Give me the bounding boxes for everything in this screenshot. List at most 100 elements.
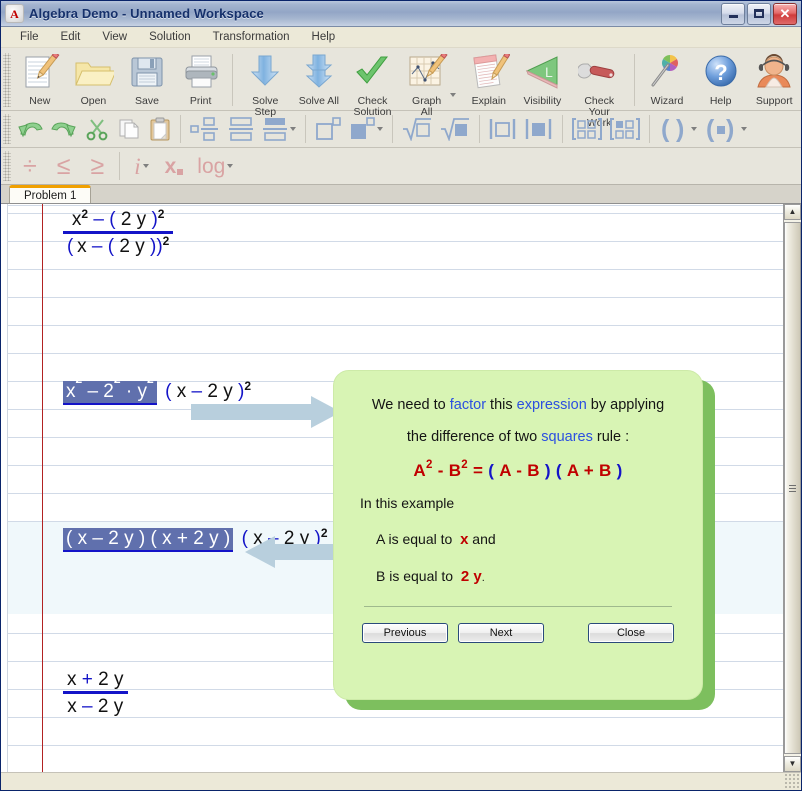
- toolbar-button-parentheses[interactable]: ( ): [655, 112, 701, 146]
- superscript-dropdown-caret[interactable]: [377, 127, 383, 131]
- callout-line-b-pre: B is equal to: [376, 568, 454, 584]
- toolbar-button-greater-equal[interactable]: ≥: [80, 149, 114, 183]
- menu-item-edit[interactable]: Edit: [50, 29, 92, 45]
- toolbar-button-copy[interactable]: [113, 112, 145, 146]
- menu-item-solution[interactable]: Solution: [138, 29, 202, 45]
- toolbar-button-abs-filled[interactable]: [521, 112, 557, 146]
- toolbar-separator-2: [634, 54, 636, 106]
- toolbar-button-open[interactable]: Open: [67, 50, 121, 110]
- toolbar-button-stack-bar[interactable]: [258, 112, 300, 146]
- log-dropdown-caret[interactable]: [227, 164, 234, 168]
- next-button[interactable]: Next: [458, 623, 544, 643]
- ops-toolbar-grip[interactable]: [3, 151, 11, 181]
- math-step-1[interactable]: x2 – ( 2 y ) 2 ( x – ( 2 y )) 2: [63, 208, 174, 257]
- superscript-outline-icon: [316, 117, 341, 140]
- selected-expression-numerator[interactable]: x2 – 22 · y2: [63, 373, 157, 405]
- arrow-to-callout: [191, 394, 341, 430]
- callout-line1-part3: this: [486, 397, 517, 413]
- scroll-down-button[interactable]: ▼: [784, 756, 801, 772]
- toolbar-button-fraction[interactable]: [186, 112, 224, 146]
- toolbar-button-nth-root-outline[interactable]: [398, 112, 436, 146]
- tab-problem-1-label: Problem 1: [24, 189, 77, 202]
- callout-link-factor[interactable]: factor: [450, 397, 486, 413]
- math-step-4[interactable]: x + 2 y x – 2 y: [63, 670, 128, 717]
- maximize-button[interactable]: [747, 2, 771, 25]
- toolbar-button-divide[interactable]: ÷: [13, 149, 47, 183]
- close-callout-button[interactable]: Close: [588, 623, 674, 643]
- toolbar-button-redo[interactable]: [47, 112, 81, 146]
- menu-item-transformation[interactable]: Transformation: [202, 29, 301, 45]
- worksheet-canvas[interactable]: x2 – ( 2 y ) 2 ( x – ( 2 y )) 2 x2 – 22 · …: [1, 204, 783, 772]
- toolbar-button-stack-two[interactable]: [224, 112, 258, 146]
- tab-problem-1[interactable]: Problem 1: [9, 185, 92, 203]
- toolbar-button-new[interactable]: New: [13, 50, 67, 110]
- toolbar-button-paste[interactable]: [145, 112, 175, 146]
- new-document-icon: [25, 54, 60, 88]
- toolbar-button-superscript-outline[interactable]: [311, 112, 345, 146]
- formula-b-exponent: 2: [461, 459, 468, 471]
- toolbar-label-help: Help: [709, 95, 732, 107]
- callout-link-squares[interactable]: squares: [541, 429, 593, 445]
- callout-link-expression[interactable]: expression: [517, 397, 587, 413]
- operators-toolbar: ÷ ≤ ≥ i x log: [1, 148, 801, 185]
- toolbar-button-imaginary[interactable]: i: [125, 149, 157, 183]
- callout-line-a: A is equal to x and: [360, 521, 676, 558]
- menu-item-view[interactable]: View: [91, 29, 138, 45]
- fraction-3-numerator[interactable]: ( x – 2 y ) ( x + 2 y ): [63, 528, 234, 552]
- graph-all-dropdown-caret[interactable]: [449, 93, 456, 97]
- double-down-arrow-icon: [305, 54, 333, 88]
- toolbar-button-cut[interactable]: [81, 112, 113, 146]
- stack-bar-icon: [263, 118, 287, 141]
- edit-separator-4: [479, 115, 480, 143]
- resize-grip-icon[interactable]: [784, 773, 801, 790]
- paste-clipboard-icon: [150, 117, 170, 141]
- scroll-up-button[interactable]: ▲: [784, 204, 801, 220]
- close-button[interactable]: ✕: [773, 2, 797, 25]
- parentheses-dropdown-caret[interactable]: [691, 127, 697, 131]
- minimize-button[interactable]: [721, 2, 745, 25]
- toolbar-button-visibility[interactable]: L Visibility: [516, 50, 570, 110]
- toolbar-button-superscript-filled[interactable]: [345, 112, 387, 146]
- callout-example-intro: In this example: [360, 495, 455, 511]
- stack-bar-dropdown-caret[interactable]: [290, 127, 296, 131]
- toolbar-button-nth-root-filled[interactable]: [436, 112, 474, 146]
- parentheses-filled-dropdown-caret[interactable]: [741, 127, 747, 131]
- toolbar-button-save[interactable]: Save: [120, 50, 174, 110]
- toolbar-button-abs-outline[interactable]: [485, 112, 521, 146]
- scroll-track[interactable]: [784, 220, 801, 756]
- callout-line2-part1: the difference of two: [406, 429, 542, 445]
- selected-expression-result[interactable]: ( x – 2 y ) ( x + 2 y ): [63, 528, 234, 552]
- menu-item-help[interactable]: Help: [301, 29, 347, 45]
- fraction-2-numerator[interactable]: x2 – 22 · y2: [63, 373, 157, 405]
- edit-toolbar-grip[interactable]: [3, 114, 11, 144]
- menu-bar: File Edit View Solution Transformation H…: [1, 27, 801, 48]
- toolbar-button-print[interactable]: Print: [174, 50, 228, 110]
- formula-a-plus-b: A + B: [566, 461, 612, 480]
- toolbar-button-help[interactable]: ? Help: [694, 50, 748, 110]
- close-icon: ✕: [779, 6, 791, 21]
- toolbar-button-log[interactable]: log: [190, 149, 240, 183]
- formula-open-paren-2: (: [555, 461, 562, 480]
- status-bar: [1, 772, 801, 790]
- toolbar-button-support[interactable]: Support: [747, 50, 801, 110]
- previous-button[interactable]: Previous: [362, 623, 448, 643]
- toolbar-button-less-equal[interactable]: ≤: [47, 149, 81, 183]
- menu-item-file[interactable]: File: [9, 29, 50, 45]
- imaginary-dropdown-caret[interactable]: [142, 164, 149, 168]
- green-check-icon: [356, 56, 389, 84]
- toolbar-button-matrix-filled[interactable]: [606, 112, 644, 146]
- toolbar-grip[interactable]: [3, 53, 11, 107]
- callout-button-row: Previous Next Close: [360, 623, 676, 643]
- toolbar-button-undo[interactable]: [13, 112, 47, 146]
- maximize-icon: [754, 9, 764, 18]
- toolbar-button-matrix-outline[interactable]: [568, 112, 606, 146]
- toolbar-button-subscript-x[interactable]: x: [158, 149, 191, 183]
- toolbar-button-parentheses-filled[interactable]: ( ): [701, 112, 751, 146]
- toolbar-button-wizard[interactable]: Wizard: [640, 50, 694, 110]
- formula-a: A: [413, 461, 426, 480]
- toolbar-button-explain[interactable]: Explain: [462, 50, 516, 110]
- scroll-thumb[interactable]: [784, 222, 801, 754]
- vertical-scrollbar[interactable]: ▲ ▼: [783, 204, 801, 772]
- toolbar-button-solve-all[interactable]: Solve All: [292, 50, 346, 110]
- toolbar-label-open: Open: [80, 95, 107, 107]
